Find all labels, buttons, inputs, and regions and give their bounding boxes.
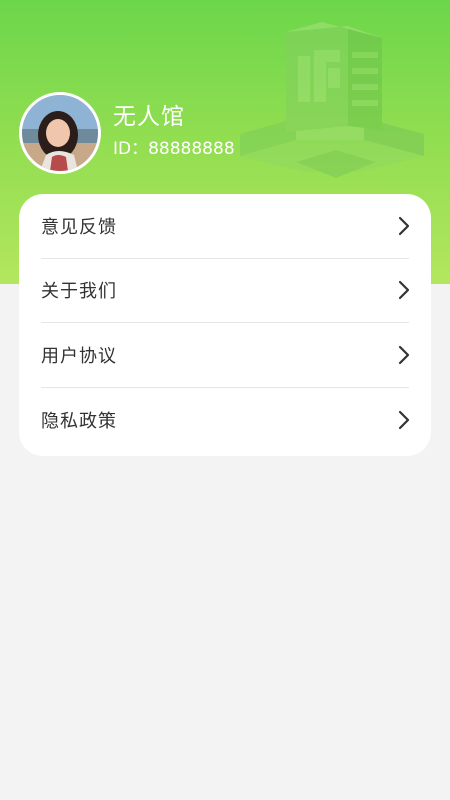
profile-info: 无人馆 ID：88888888	[113, 102, 235, 162]
chevron-right-icon	[398, 281, 410, 300]
chevron-right-icon	[398, 216, 410, 235]
menu-item-privacy-policy[interactable]: 隐私政策	[41, 388, 410, 453]
user-name: 无人馆	[113, 104, 185, 130]
menu-item-label: 用户协议	[41, 345, 117, 367]
avatar[interactable]	[19, 92, 101, 174]
user-id: ID：88888888	[113, 139, 235, 159]
settings-menu-card: 意见反馈 关于我们 用户协议 隐私政策	[19, 194, 431, 456]
avatar-photo-icon	[22, 95, 98, 171]
profile-page: 无人馆 ID：88888888 意见反馈 关于我们 用户协议 隐私政策	[0, 0, 450, 800]
menu-item-feedback[interactable]: 意见反馈	[41, 194, 410, 259]
menu-item-user-agreement[interactable]: 用户协议	[41, 323, 410, 388]
menu-item-about-us[interactable]: 关于我们	[41, 259, 410, 323]
menu-item-label: 隐私政策	[41, 410, 117, 432]
menu-item-label: 关于我们	[41, 281, 117, 303]
chevron-right-icon	[398, 345, 410, 364]
user-profile[interactable]: 无人馆 ID：88888888	[19, 92, 235, 174]
menu-item-label: 意见反馈	[41, 216, 117, 238]
chevron-right-icon	[398, 410, 410, 429]
building-illustration	[240, 22, 424, 178]
